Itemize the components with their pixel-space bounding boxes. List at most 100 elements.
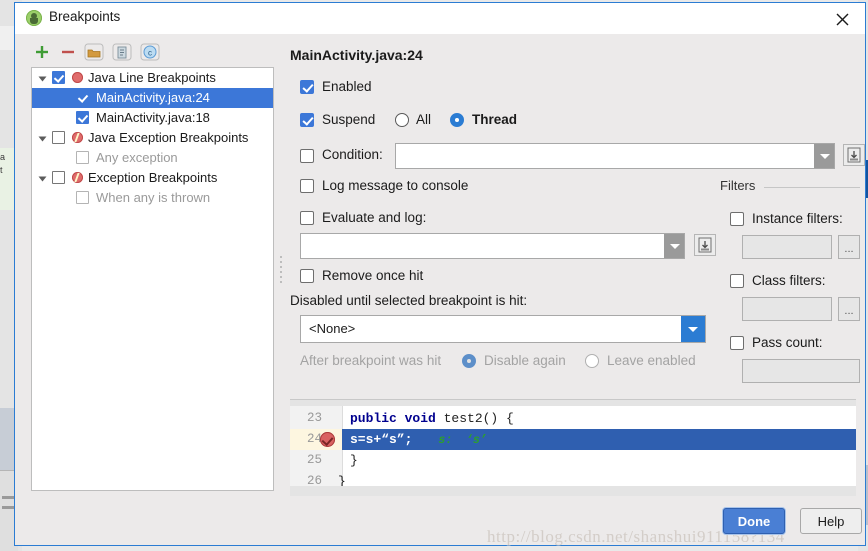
filters-group: Filters Instance filters: ... Class filt… [720,178,860,393]
tree-row[interactable]: Java Exception Breakpoints [32,128,273,148]
code-line: 23 public void test2() { [290,408,856,429]
dialog-titlebar: Breakpoints [15,3,865,34]
tree-checkbox[interactable] [52,171,65,184]
tree-row-label: MainActivity.java:24 [96,90,210,105]
tree-row[interactable]: Java Line Breakpoints [32,68,273,88]
code-text: s=s+“s”; [350,432,413,447]
tree-row[interactable]: Any exception [32,148,273,168]
tree-row-label: When any is thrown [96,190,211,205]
group-folder-icon[interactable] [83,41,105,63]
svg-text:c: c [148,49,152,58]
remove-breakpoint-icon[interactable] [57,41,79,63]
document-icon[interactable] [111,41,133,63]
background-bar-2 [2,506,14,509]
tree-row[interactable]: MainActivity.java:24 [32,88,273,108]
evaluate-dropdown-icon[interactable] [664,234,684,258]
tree-row-label: Java Exception Breakpoints [88,130,249,145]
add-breakpoint-icon[interactable] [31,41,53,63]
evaluate-expand-button[interactable] [694,234,716,256]
tree-row-label: MainActivity.java:18 [96,110,210,125]
android-studio-icon [26,10,42,26]
screen: at Breakpoints c Java Line Breakpoints M… [0,0,868,551]
instance-filters-input[interactable] [742,235,832,259]
help-button[interactable]: Help [800,508,862,534]
tree-row[interactable]: Exception Breakpoints [32,168,273,188]
class-filter-icon[interactable]: c [139,41,161,63]
code-preview[interactable]: 23 public void test2() { 24 s=s+“s”; s: ‘… [290,399,856,496]
enabled-checkbox[interactable] [300,80,314,94]
remove-once-hit-label: Remove once hit [322,268,424,283]
tree-row-label: Any exception [96,150,178,165]
condition-expand-button[interactable] [843,144,865,166]
close-icon[interactable] [820,3,865,32]
pass-count-input[interactable] [742,359,860,383]
tree-row[interactable]: MainActivity.java:18 [32,108,273,128]
panel-splitter[interactable] [278,253,284,293]
tree-checkbox[interactable] [76,111,89,124]
exception-bolt-icon [72,172,83,183]
tree-checkbox[interactable] [76,191,89,204]
code-text: } [350,453,358,468]
disabled-until-combo[interactable]: <None> [300,315,706,343]
remove-once-hit-checkbox[interactable] [300,269,314,283]
instance-filters-browse-button[interactable]: ... [838,235,860,259]
tree-row-label: Exception Breakpoints [88,170,218,185]
instance-filters-label: Instance filters: [752,211,843,226]
breakpoints-dialog: Breakpoints c Java Line Breakpoints Main… [14,2,866,546]
condition-input[interactable] [395,143,835,169]
condition-dropdown-icon[interactable] [814,144,834,168]
suspend-label: Suspend [322,112,376,127]
code-keyword: public void [350,411,444,426]
suspend-all-label: All [416,112,432,127]
disable-again-radio[interactable] [462,354,476,368]
tree-checkbox[interactable] [52,71,65,84]
background-editor-tab [0,26,15,50]
evaluate-and-log-label: Evaluate and log: [322,210,427,225]
filters-divider [764,187,860,188]
tree-checkbox[interactable] [76,151,89,164]
disable-again-label: Disable again [484,353,566,368]
log-message-label: Log message to console [322,178,469,193]
dialog-title: Breakpoints [49,9,121,24]
disabled-until-value: <None> [309,321,356,336]
code-line: 25 } [290,450,856,471]
tree-row[interactable]: When any is thrown [32,188,273,208]
suspend-all-radio[interactable] [395,113,409,127]
suspend-thread-radio[interactable] [450,113,464,127]
chevron-down-icon[interactable] [38,176,47,182]
code-text: test2() { [443,411,514,426]
breakpoints-toolbar: c [31,39,271,65]
pass-count-label: Pass count: [752,335,823,350]
breakpoint-icon[interactable] [320,432,335,447]
done-button[interactable]: Done [723,508,785,534]
breakpoints-tree[interactable]: Java Line Breakpoints MainActivity.java:… [31,67,274,491]
condition-label: Condition: [322,147,383,162]
pass-count-checkbox[interactable] [730,336,744,350]
disabled-until-label: Disabled until selected breakpoint is hi… [290,293,528,308]
code-top-band [290,400,856,406]
class-filters-checkbox[interactable] [730,274,744,288]
class-filters-browse-button[interactable]: ... [838,297,860,321]
code-bottom-band [290,486,856,496]
chevron-down-icon[interactable] [38,76,47,82]
chevron-down-icon[interactable] [38,136,47,142]
tree-checkbox[interactable] [52,131,65,144]
code-line-gutter-highlight: 24 [290,429,342,450]
line-number: 24 [306,432,322,446]
evaluate-and-log-input[interactable] [300,233,685,259]
condition-checkbox[interactable] [300,149,314,163]
disabled-until-dropdown-icon[interactable] [681,316,705,342]
suspend-checkbox[interactable] [300,113,314,127]
filters-legend: Filters [720,178,761,193]
log-message-checkbox[interactable] [300,179,314,193]
evaluate-and-log-checkbox[interactable] [300,211,314,225]
line-number: 25 [306,453,322,467]
leave-enabled-radio[interactable] [585,354,599,368]
tree-checkbox[interactable] [76,91,89,104]
instance-filters-checkbox[interactable] [730,212,744,226]
class-filters-input[interactable] [742,297,832,321]
suspend-thread-label: Thread [472,112,518,127]
inline-hint: s: ‘s’ [438,434,487,447]
breakpoint-red-dot-icon [72,72,83,83]
line-number: 23 [306,411,322,425]
